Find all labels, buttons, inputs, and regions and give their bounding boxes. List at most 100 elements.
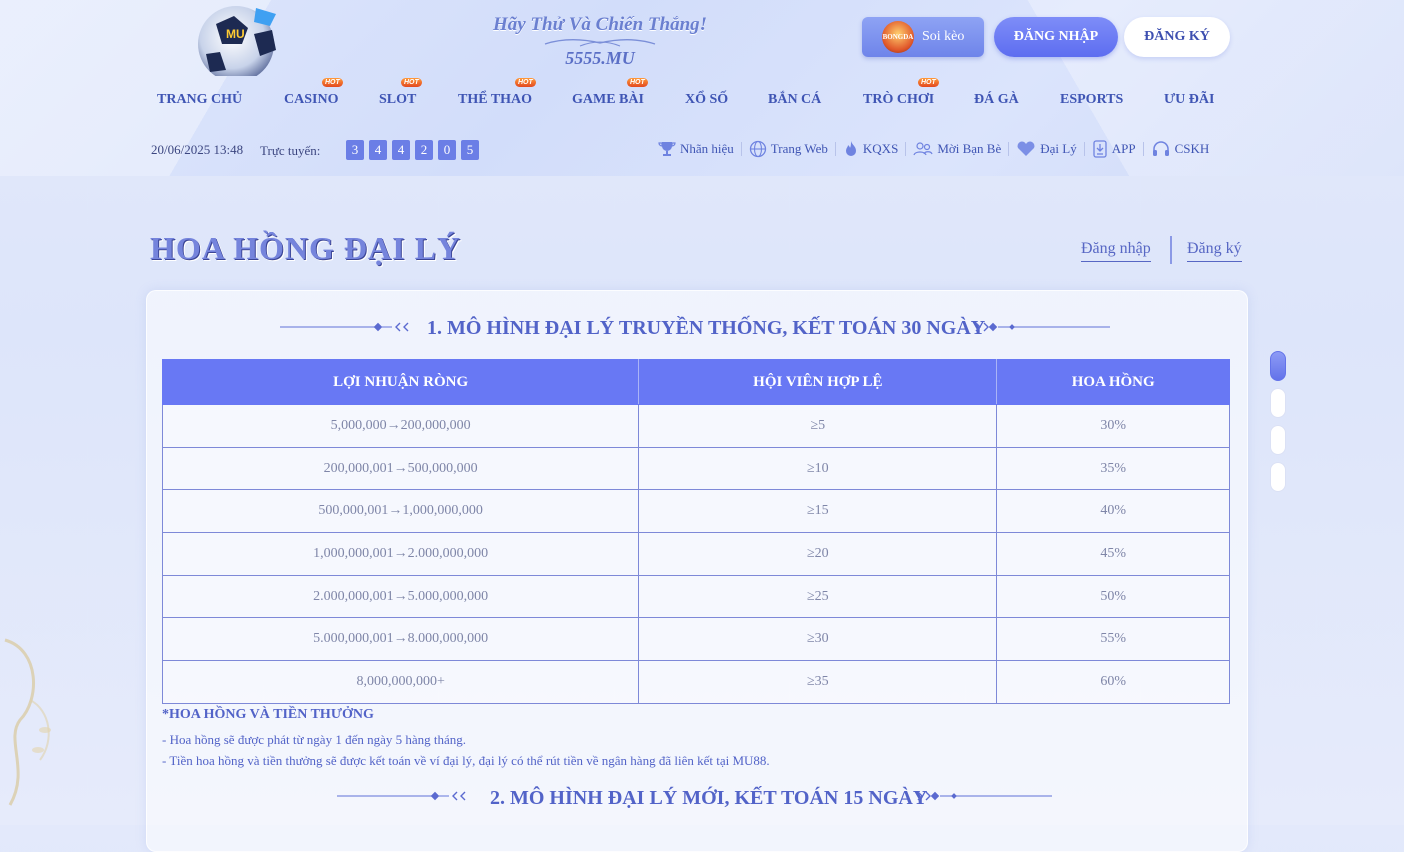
soikeo-button[interactable]: BONGDA Soi kèo bbox=[862, 17, 984, 57]
page-title: HOA HỒNG ĐẠI LÝ bbox=[150, 230, 462, 266]
hot-badge: HOT bbox=[401, 72, 422, 87]
site-domain: 5555.MU bbox=[565, 48, 635, 68]
soikeo-label: Soi kèo bbox=[922, 29, 965, 44]
quick-link-label: Đại Lý bbox=[1040, 141, 1077, 156]
nav-label: ĐÁ GÀ bbox=[974, 92, 1019, 107]
trophy-icon bbox=[658, 142, 676, 156]
quick-link-support[interactable]: CSKH bbox=[1151, 140, 1210, 158]
download-icon bbox=[1093, 140, 1107, 158]
svg-text:MU: MU bbox=[226, 27, 245, 41]
pager-dot-3[interactable] bbox=[1270, 425, 1286, 455]
nav-item-promotions[interactable]: ƯU ĐÃI bbox=[1164, 92, 1214, 116]
nav-item-fishing[interactable]: BẮN CÁ bbox=[768, 92, 821, 116]
logo-ball-icon[interactable]: MU bbox=[196, 4, 280, 76]
nav-item-esports[interactable]: ESPORTS bbox=[1060, 92, 1123, 116]
nav-item-games[interactable]: TRÒ CHƠI HOT bbox=[863, 72, 939, 116]
hot-badge: HOT bbox=[918, 72, 939, 87]
table-cell: ≥30 bbox=[638, 617, 998, 662]
nav-label: SLOT bbox=[379, 92, 417, 107]
main-nav: TRANG CHỦ CASINO HOT SLOT HOT THỂ THAO HOT … bbox=[145, 72, 1235, 116]
table-row: 1,000,000,001→2.000,000,000 ≥20 45% bbox=[161, 532, 1230, 576]
divider bbox=[905, 142, 907, 156]
online-digit: 4 bbox=[369, 140, 387, 160]
online-digit: 3 bbox=[346, 140, 364, 160]
quick-link-label: KQXS bbox=[862, 141, 899, 156]
site-header: MU Hãy Thử Và Chiến Thắng! 5555.MU BONGD… bbox=[0, 0, 1404, 176]
nav-label: GAME BÀI bbox=[572, 92, 644, 107]
heart-icon bbox=[1017, 141, 1035, 156]
commission-table: LỢI NHUẬN RÒNG HỘI VIÊN HỢP LỆ HOA HỒNG … bbox=[161, 359, 1230, 704]
table-row: 5,000,000→200,000,000 ≥5 30% bbox=[161, 404, 1230, 448]
table-cell: ≥5 bbox=[638, 404, 998, 448]
divider bbox=[740, 142, 742, 156]
table-cell: 45% bbox=[996, 532, 1230, 576]
login-link[interactable]: Đăng nhập bbox=[1081, 240, 1151, 262]
nav-label: BẮN CÁ bbox=[768, 92, 822, 107]
nav-item-home[interactable]: TRANG CHỦ bbox=[157, 92, 242, 116]
table-cell: ≥20 bbox=[638, 532, 998, 576]
globe-icon bbox=[749, 140, 766, 158]
quick-link-label: APP bbox=[1111, 141, 1136, 156]
nav-item-card-games[interactable]: GAME BÀI HOT bbox=[572, 72, 648, 116]
pager-dot-2[interactable] bbox=[1270, 388, 1286, 418]
online-digit: 5 bbox=[461, 140, 479, 160]
quick-link-label: Nhãn hiệu bbox=[680, 141, 734, 156]
column-header: HOA HỒNG bbox=[996, 359, 1230, 405]
login-button[interactable]: ĐĂNG NHẬP bbox=[994, 17, 1118, 57]
pager-dot-1[interactable] bbox=[1270, 351, 1286, 381]
quick-link-app[interactable]: APP bbox=[1092, 140, 1136, 158]
quick-link-label: CSKH bbox=[1174, 141, 1210, 156]
table-row: 8,000,000,000+ ≥35 60% bbox=[161, 660, 1230, 704]
table-cell: 2.000,000,001→5.000,000,000 bbox=[161, 574, 640, 619]
quick-link-invite[interactable]: Mời Bạn Bè bbox=[913, 140, 1001, 158]
title-right-ornament-icon bbox=[917, 791, 1052, 801]
register-link[interactable]: Đăng ký bbox=[1187, 240, 1242, 262]
headset-icon bbox=[1152, 141, 1169, 156]
table-cell: 60% bbox=[996, 660, 1230, 704]
note-line: - Tiền hoa hồng và tiền thưởng sẽ được k… bbox=[162, 753, 770, 768]
table-cell: ≥25 bbox=[638, 574, 998, 619]
nav-item-cockfight[interactable]: ĐÁ GÀ bbox=[974, 92, 1019, 116]
nav-item-casino[interactable]: CASINO HOT bbox=[284, 72, 343, 116]
divider bbox=[1008, 142, 1010, 156]
table-row: 500,000,001→1,000,000,000 ≥15 40% bbox=[161, 489, 1230, 534]
table-cell: 35% bbox=[996, 446, 1230, 491]
quick-link-agent[interactable]: Đại Lý bbox=[1016, 140, 1077, 158]
quick-link-kqxs[interactable]: KQXS bbox=[843, 140, 898, 158]
current-datetime: 20/06/2025 13:48 bbox=[151, 142, 244, 157]
quick-link-brand[interactable]: Nhãn hiệu bbox=[658, 140, 734, 158]
nav-label: ESPORTS bbox=[1060, 92, 1124, 107]
pager-dot-4[interactable] bbox=[1270, 462, 1286, 492]
section-pager bbox=[1270, 351, 1286, 499]
divider bbox=[1170, 236, 1172, 264]
table-header-row: LỢI NHUẬN RÒNG HỘI VIÊN HỢP LỆ HOA HỒNG bbox=[161, 359, 1230, 405]
decorative-ornament-icon bbox=[4, 638, 51, 806]
table-cell: 500,000,001→1,000,000,000 bbox=[161, 489, 640, 534]
section-2-title: 2. MÔ HÌNH ĐẠI LÝ MỚI, KẾT TOÁN 15 NGÀY bbox=[490, 787, 928, 809]
register-button[interactable]: ĐĂNG KÝ bbox=[1124, 17, 1230, 57]
table-cell: ≥35 bbox=[638, 660, 998, 704]
site-tagline: Hãy Thử Và Chiến Thắng! bbox=[492, 14, 708, 35]
flame-icon bbox=[845, 141, 856, 156]
quick-link-label: Trang Web bbox=[770, 141, 828, 156]
nav-item-lottery[interactable]: XỔ SỐ bbox=[685, 92, 728, 116]
quick-link-website[interactable]: Trang Web bbox=[749, 140, 828, 158]
nav-label: THỂ THAO bbox=[458, 92, 533, 107]
commission-notes: *HOA HỒNG VÀ TIỀN THƯỞNG - Hoa hồng sẽ đ… bbox=[162, 707, 770, 771]
table-cell: 8,000,000,000+ bbox=[161, 660, 640, 704]
nav-item-slot[interactable]: SLOT HOT bbox=[379, 72, 422, 116]
nav-label: CASINO bbox=[284, 92, 339, 107]
notes-title: *HOA HỒNG VÀ TIỀN THƯỞNG bbox=[162, 707, 374, 722]
online-digit: 2 bbox=[415, 140, 433, 160]
table-row: 2.000,000,001→5.000,000,000 ≥25 50% bbox=[161, 574, 1230, 619]
online-digit: 4 bbox=[392, 140, 410, 160]
table-row: 5.000,000,001→8.000,000,000 ≥30 55% bbox=[161, 617, 1230, 662]
online-label: Trực tuyến: bbox=[260, 143, 321, 158]
table-cell: ≥10 bbox=[638, 446, 998, 491]
nav-item-sports[interactable]: THỂ THAO HOT bbox=[458, 72, 536, 116]
friends-icon bbox=[913, 142, 933, 156]
title-left-ornament-icon bbox=[337, 791, 466, 801]
nav-label: TRÒ CHƠI bbox=[863, 92, 935, 107]
title-right-ornament-icon bbox=[975, 322, 1110, 332]
online-counter: 3 4 4 2 0 5 bbox=[346, 140, 479, 160]
